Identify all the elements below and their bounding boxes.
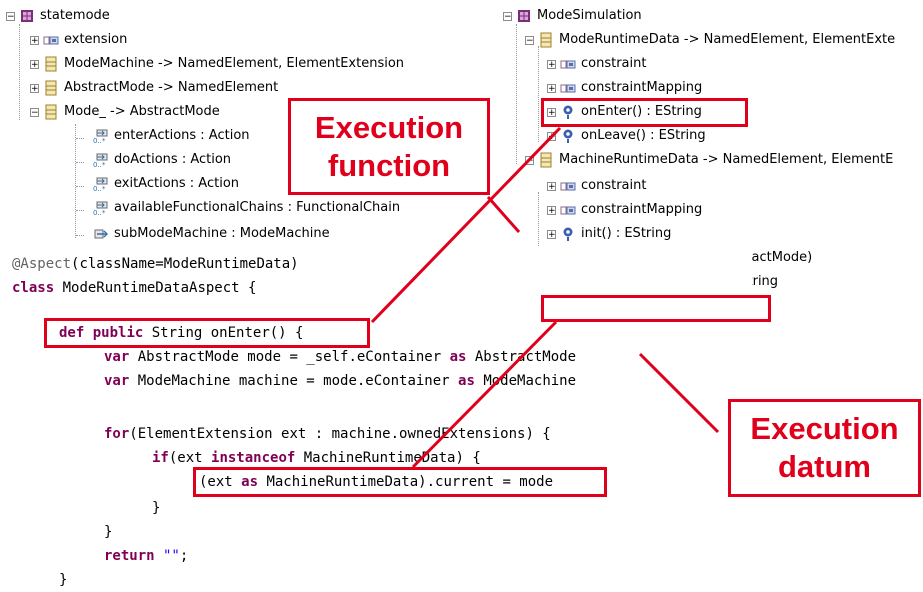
function-callout-line-2: function bbox=[327, 148, 451, 183]
multi-reference-icon: 0..* bbox=[93, 128, 109, 144]
right-tree-item-row[interactable]: − MachineRuntimeData -> NamedElement, Ele… bbox=[525, 148, 893, 172]
left-tree-item-label: ModeMachine -> NamedElement, ElementExte… bbox=[64, 56, 405, 71]
collapse-toggle-icon[interactable]: − bbox=[6, 11, 15, 21]
code-line-4: var AbstractMode mode = _self.eContainer… bbox=[104, 349, 577, 365]
multi-reference-icon: 0..* bbox=[93, 176, 109, 192]
right-tree-item-row[interactable]: − ModeRuntimeData -> NamedElement, Elemen… bbox=[525, 28, 895, 52]
left-tree-item-row[interactable]: 0..* doActions : Action bbox=[80, 148, 231, 172]
code-line-9: } bbox=[152, 500, 161, 516]
left-tree-item-label: exitActions : Action bbox=[114, 176, 240, 191]
left-tree-item-label: Mode_ -> AbstractMode bbox=[64, 104, 220, 119]
left-tree-item-label: subModeMachine : ModeMachine bbox=[114, 226, 330, 241]
svg-text:0..*: 0..* bbox=[93, 185, 106, 192]
left-tree-item-label: availableFunctionalChains : FunctionalCh… bbox=[114, 200, 401, 215]
multi-reference-icon: 0..* bbox=[93, 152, 109, 168]
right-tree-item-row[interactable]: + constraint bbox=[547, 52, 646, 76]
right-tree-item-label: onLeave() : EString bbox=[581, 128, 706, 143]
code-line-6: for(ElementExtension ext : machine.owned… bbox=[104, 426, 551, 442]
left-tree-item-row[interactable]: 0..* enterActions : Action bbox=[80, 124, 250, 148]
right-tree-item-label: constraintMapping bbox=[581, 202, 703, 217]
collapse-toggle-icon[interactable]: − bbox=[30, 107, 39, 117]
datum-callout-line-2: datum bbox=[778, 449, 871, 484]
class-icon bbox=[538, 32, 554, 48]
multi-reference-icon: 0..* bbox=[93, 200, 109, 216]
svg-text:0..*: 0..* bbox=[93, 161, 106, 168]
expand-toggle-icon[interactable]: + bbox=[30, 83, 39, 93]
collapse-toggle-icon[interactable]: − bbox=[503, 11, 512, 21]
class-icon bbox=[43, 104, 59, 120]
onenter-tree-highlight bbox=[541, 98, 748, 127]
left-tree-item-label: enterActions : Action bbox=[114, 128, 250, 143]
collapse-toggle-icon[interactable]: − bbox=[525, 155, 534, 165]
svg-text:0..*: 0..* bbox=[93, 137, 106, 144]
right-tree-item-row[interactable]: + constraint bbox=[547, 174, 646, 198]
class-icon bbox=[43, 56, 59, 72]
right-tree-item-label: init() : EString bbox=[581, 226, 672, 241]
left-tree-item-row[interactable]: subModeMachine : ModeMachine bbox=[80, 222, 330, 246]
operation-icon bbox=[560, 226, 576, 242]
right-tree-item-label: constraint bbox=[581, 56, 647, 71]
right-tree-item-label: ModeRuntimeData -> NamedElement, Element… bbox=[559, 32, 896, 47]
attribute-icon bbox=[560, 56, 576, 72]
expand-toggle-icon[interactable]: + bbox=[547, 131, 556, 141]
attribute-icon bbox=[43, 32, 59, 48]
right-tree-item-row[interactable]: + constraintMapping bbox=[547, 198, 702, 222]
right-tree-item-label: ModeSimulation bbox=[537, 8, 642, 23]
left-tree-item-row[interactable]: − Mode_ -> AbstractMode bbox=[30, 100, 220, 124]
attribute-icon bbox=[560, 202, 576, 218]
right-tree-item-row[interactable]: + init() : EString bbox=[547, 222, 671, 246]
operation-icon bbox=[560, 128, 576, 144]
left-tree-item-row[interactable]: 0..* availableFunctionalChains : Function… bbox=[80, 196, 400, 220]
code-line-10: } bbox=[104, 524, 113, 540]
onenter-code-highlight bbox=[44, 318, 370, 348]
left-tree-item-label: statemode bbox=[40, 8, 110, 23]
expand-toggle-icon[interactable]: + bbox=[30, 59, 39, 69]
code-line-2: class ModeRuntimeDataAspect { bbox=[12, 280, 257, 296]
reference-icon bbox=[93, 226, 109, 242]
class-icon bbox=[538, 152, 554, 168]
package-icon bbox=[19, 8, 35, 24]
expand-toggle-icon[interactable]: + bbox=[30, 35, 39, 45]
datum-callout-line-1: Execution bbox=[750, 411, 899, 446]
expand-toggle-icon[interactable]: + bbox=[547, 229, 556, 239]
right-tree-item-label: MachineRuntimeData -> NamedElement, Elem… bbox=[559, 152, 894, 167]
left-tree-item-row[interactable]: − statemode bbox=[6, 4, 110, 28]
package-icon bbox=[516, 8, 532, 24]
left-tree-item-row[interactable]: + extension bbox=[30, 28, 127, 52]
right-tree-item-row[interactable]: − ModeSimulation bbox=[503, 4, 642, 28]
code-line-1: @Aspect(className=ModeRuntimeData) bbox=[12, 256, 299, 272]
right-tree-item-label: constraint bbox=[581, 178, 647, 193]
collapse-toggle-icon[interactable]: − bbox=[525, 35, 534, 45]
execution-datum-callout: Execution datum bbox=[728, 399, 921, 497]
right-tree-item-row[interactable]: + onLeave() : EString bbox=[547, 124, 706, 148]
expand-toggle-icon[interactable]: + bbox=[547, 205, 556, 215]
left-tree-item-label: AbstractMode -> NamedElement bbox=[64, 80, 279, 95]
class-icon bbox=[43, 80, 59, 96]
left-tree-item-row[interactable]: + ModeMachine -> NamedElement, ElementExt… bbox=[30, 52, 404, 76]
expand-toggle-icon[interactable]: + bbox=[547, 59, 556, 69]
current-tree-highlight bbox=[541, 295, 771, 322]
code-line-12: } bbox=[59, 572, 68, 588]
attribute-icon bbox=[560, 178, 576, 194]
function-callout-line-1: Execution bbox=[314, 110, 464, 145]
current-code-highlight bbox=[193, 467, 607, 497]
left-tree-item-label: extension bbox=[64, 32, 128, 47]
right-tree-item-row[interactable]: + constraintMapping bbox=[547, 76, 702, 100]
attribute-icon bbox=[560, 80, 576, 96]
expand-toggle-icon[interactable]: + bbox=[547, 181, 556, 191]
left-tree-item-label: doActions : Action bbox=[114, 152, 232, 167]
left-tree-item-row[interactable]: + AbstractMode -> NamedElement bbox=[30, 76, 278, 100]
right-tree-item-label: constraintMapping bbox=[581, 80, 703, 95]
code-line-5: var ModeMachine machine = mode.eContaine… bbox=[104, 373, 577, 389]
execution-function-callout: Execution function bbox=[288, 98, 490, 195]
left-tree-item-row[interactable]: 0..* exitActions : Action bbox=[80, 172, 239, 196]
code-line-11: return ""; bbox=[104, 548, 189, 564]
expand-toggle-icon[interactable]: + bbox=[547, 83, 556, 93]
svg-text:0..*: 0..* bbox=[93, 209, 106, 216]
